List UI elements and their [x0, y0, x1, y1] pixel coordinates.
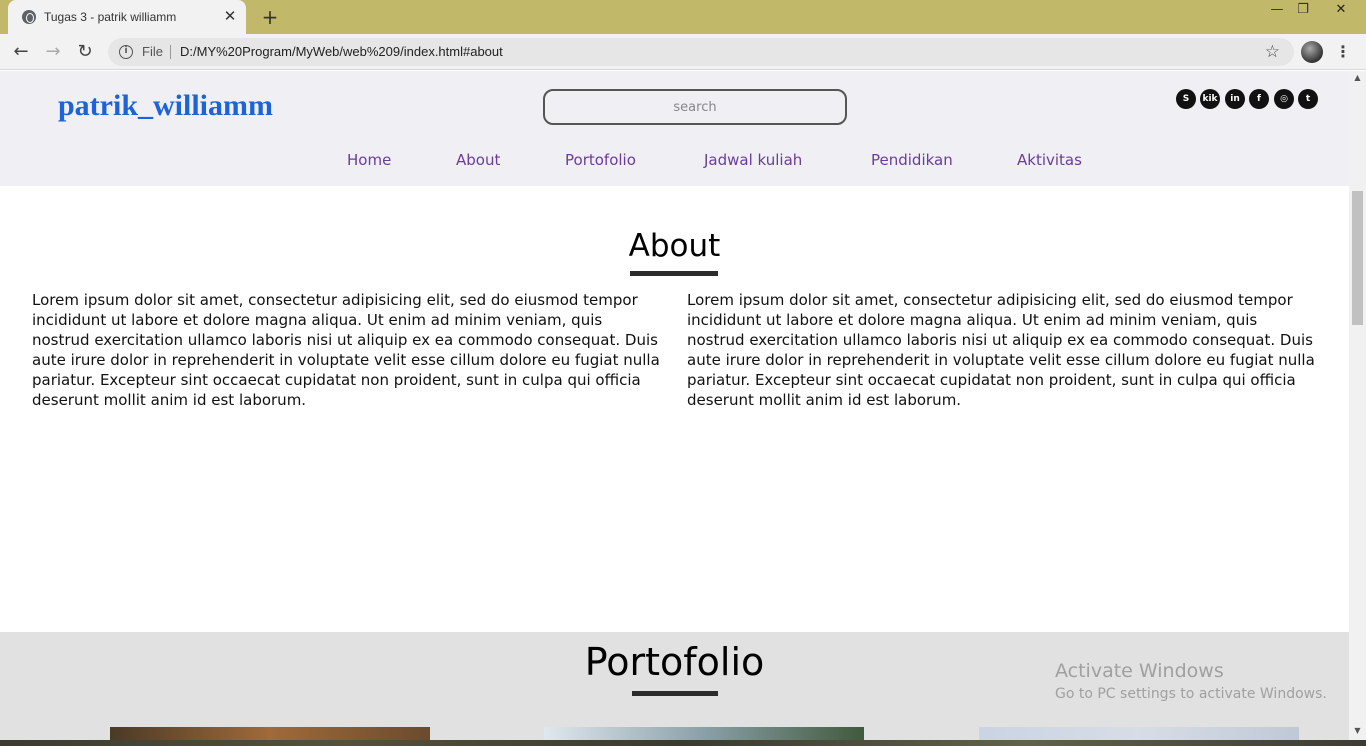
reload-icon[interactable]: ↻	[73, 40, 97, 64]
about-heading-underline	[630, 271, 718, 276]
about-text-right: Lorem ipsum dolor sit amet, consectetur …	[687, 291, 1315, 409]
activate-windows-subtitle: Go to PC settings to activate Windows.	[1055, 686, 1327, 702]
browser-toolbar: ← → ↻ i File D:/MY%20Program/MyWeb/web%2…	[0, 34, 1366, 70]
about-heading: About	[628, 228, 721, 264]
nav-home[interactable]: Home	[347, 151, 391, 169]
close-window-button[interactable]: ✕	[1318, 0, 1364, 22]
nav-about[interactable]: About	[456, 151, 500, 169]
page-viewport: patrik_williamm S kik in f ◎ t Home Abou…	[0, 71, 1349, 746]
tab-title: Tugas 3 - patrik williamm	[44, 10, 177, 24]
address-separator	[170, 45, 171, 59]
windows-taskbar	[0, 740, 1366, 746]
nav-aktivitas[interactable]: Aktivitas	[1017, 151, 1082, 169]
kik-icon[interactable]: kik	[1200, 89, 1220, 109]
skype-icon[interactable]: S	[1176, 89, 1196, 109]
browser-tab-strip: Tugas 3 - patrik williamm ✕ + — ❐ ✕	[0, 0, 1366, 34]
file-label: File	[142, 44, 163, 59]
tab-close-icon[interactable]: ✕	[222, 8, 238, 24]
scroll-up-arrow-icon[interactable]: ▲	[1349, 73, 1366, 85]
browser-menu-icon[interactable]: ⋮	[1335, 40, 1351, 64]
page-scrollbar[interactable]: ▲ ▼	[1349, 71, 1366, 740]
nav-pendidikan[interactable]: Pendidikan	[871, 151, 953, 169]
globe-icon	[22, 10, 36, 24]
browser-tab[interactable]: Tugas 3 - patrik williamm ✕	[8, 0, 246, 34]
new-tab-button[interactable]: +	[259, 6, 281, 28]
back-arrow-icon[interactable]: ←	[9, 40, 33, 64]
info-icon[interactable]: i	[119, 45, 133, 59]
forward-arrow-icon[interactable]: →	[41, 40, 65, 64]
about-section: About Lorem ipsum dolor sit amet, consec…	[0, 186, 1349, 632]
search-input[interactable]	[543, 89, 847, 125]
portfolio-heading-underline	[632, 691, 718, 696]
activate-windows-title: Activate Windows	[1055, 660, 1224, 682]
about-text-left: Lorem ipsum dolor sit amet, consectetur …	[32, 291, 660, 409]
instagram-icon[interactable]: ◎	[1274, 89, 1294, 109]
activate-windows-watermark: Activate Windows Go to PC settings to ac…	[1055, 660, 1327, 702]
url-text[interactable]: D:/MY%20Program/MyWeb/web%209/index.html…	[180, 44, 503, 59]
linkedin-icon[interactable]: in	[1225, 89, 1245, 109]
site-logo[interactable]: patrik_williamm	[58, 89, 273, 123]
nav-portofolio[interactable]: Portofolio	[565, 151, 636, 169]
scrollbar-thumb[interactable]	[1352, 191, 1363, 325]
scroll-down-arrow-icon[interactable]: ▼	[1349, 726, 1366, 738]
bookmark-star-icon[interactable]: ☆	[1265, 42, 1280, 62]
portfolio-section: Portofolio Activate Windows Go to PC set…	[0, 632, 1349, 746]
profile-avatar[interactable]	[1301, 41, 1323, 63]
facebook-icon[interactable]: f	[1249, 89, 1269, 109]
address-bar[interactable]: i File D:/MY%20Program/MyWeb/web%209/ind…	[108, 38, 1294, 66]
site-header: patrik_williamm S kik in f ◎ t Home Abou…	[0, 71, 1349, 186]
nav-jadwal-kuliah[interactable]: Jadwal kuliah	[704, 151, 802, 169]
tumblr-icon[interactable]: t	[1298, 89, 1318, 109]
